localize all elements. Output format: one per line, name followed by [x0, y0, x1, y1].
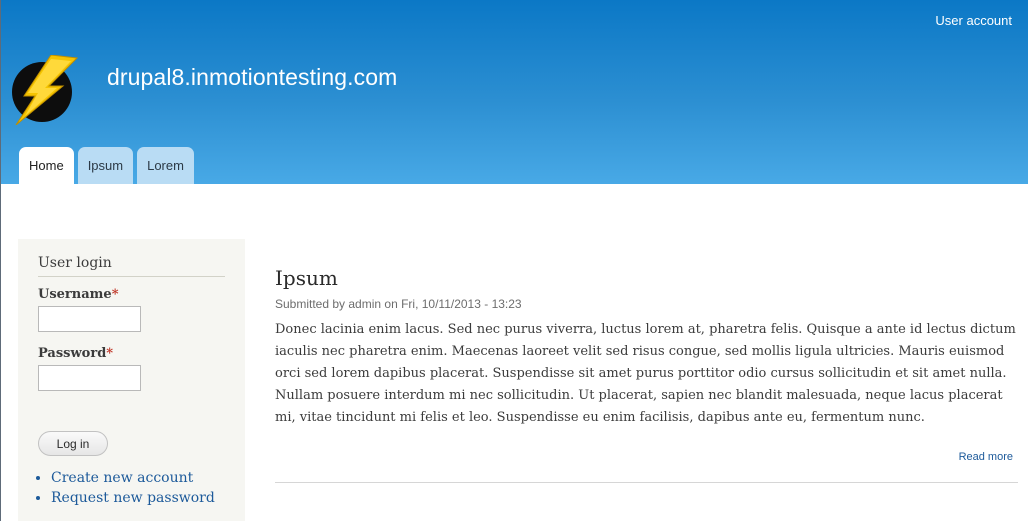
article-title[interactable]: Ipsum: [275, 266, 1018, 290]
block-title: User login: [38, 255, 225, 277]
tab-ipsum[interactable]: Ipsum: [77, 147, 134, 184]
create-account-link[interactable]: Create new account: [51, 470, 193, 486]
read-more-link[interactable]: Read more: [959, 451, 1013, 463]
tab-lorem[interactable]: Lorem: [137, 147, 194, 184]
username-label-text: Username: [38, 287, 112, 302]
main-content: Ipsum Submitted by admin on Fri, 10/11/2…: [275, 266, 1018, 483]
submitted-info: Submitted by admin on Fri, 10/11/2013 - …: [275, 297, 522, 311]
login-button[interactable]: Log in: [38, 431, 108, 456]
site-name[interactable]: drupal8.inmotiontesting.com: [107, 64, 397, 91]
article-divider: [275, 482, 1018, 483]
tab-home[interactable]: Home: [19, 147, 74, 184]
lightning-bolt-icon[interactable]: [11, 55, 79, 125]
username-input[interactable]: [38, 306, 141, 332]
list-item: Create new account: [51, 470, 225, 486]
site-header: User account drupal8.inmotiontesting.com…: [1, 0, 1028, 184]
required-marker: *: [111, 287, 119, 302]
account-links: Create new account Request new password: [38, 470, 225, 506]
user-login-block: User login Username* Password* Log in Cr…: [18, 239, 245, 521]
password-label-text: Password: [38, 346, 107, 361]
username-label: Username*: [38, 287, 225, 302]
list-item: Request new password: [51, 490, 225, 506]
required-marker: *: [106, 346, 114, 361]
password-input[interactable]: [38, 365, 141, 391]
article-body: Donec lacinia enim lacus. Sed nec purus …: [275, 322, 1016, 425]
user-account-link[interactable]: User account: [935, 13, 1012, 28]
request-password-link[interactable]: Request new password: [51, 490, 215, 506]
password-label: Password*: [38, 346, 225, 361]
main-navigation: Home Ipsum Lorem: [19, 147, 194, 184]
